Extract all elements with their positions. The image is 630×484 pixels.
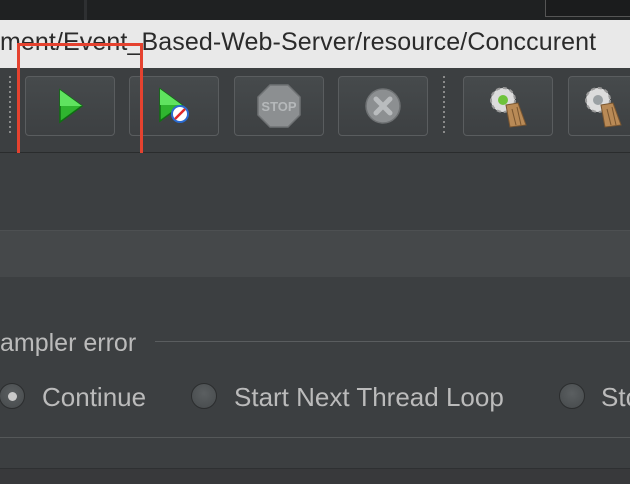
panel-area (0, 277, 630, 325)
clear-button[interactable] (463, 76, 553, 136)
panel-area (0, 153, 630, 229)
start-next-thread-loop-radio[interactable] (191, 383, 217, 409)
continue-radio[interactable] (0, 383, 25, 409)
gear-broom-icon (585, 87, 622, 128)
divider (0, 437, 630, 438)
green-play-with-clock-icon (159, 87, 189, 123)
toolbar-separator (9, 76, 11, 134)
continue-label[interactable]: Continue (42, 382, 146, 413)
start-button-highlight (17, 43, 143, 161)
start-next-thread-loop-label[interactable]: Start Next Thread Loop (234, 382, 504, 413)
stop-thread-label[interactable]: Sto (601, 382, 630, 413)
bottom-panel (0, 469, 630, 484)
panel-field-row (0, 230, 630, 278)
stop-button[interactable]: STOP (234, 76, 324, 136)
svg-text:STOP: STOP (261, 99, 296, 114)
toolbar-separator (443, 76, 445, 134)
stop-thread-radio[interactable] (559, 383, 585, 409)
top-right-panel (545, 0, 630, 17)
stop-sign-icon: STOP (257, 84, 301, 128)
group-border (155, 341, 630, 342)
gear-broom-icon (490, 87, 527, 128)
top-dark-strip (0, 0, 630, 20)
gray-x-circle-icon (365, 88, 401, 124)
clear-all-button[interactable] (568, 76, 630, 136)
top-divider (84, 0, 87, 20)
sampler-error-group-label: ampler error (0, 329, 137, 357)
shutdown-button[interactable] (338, 76, 428, 136)
